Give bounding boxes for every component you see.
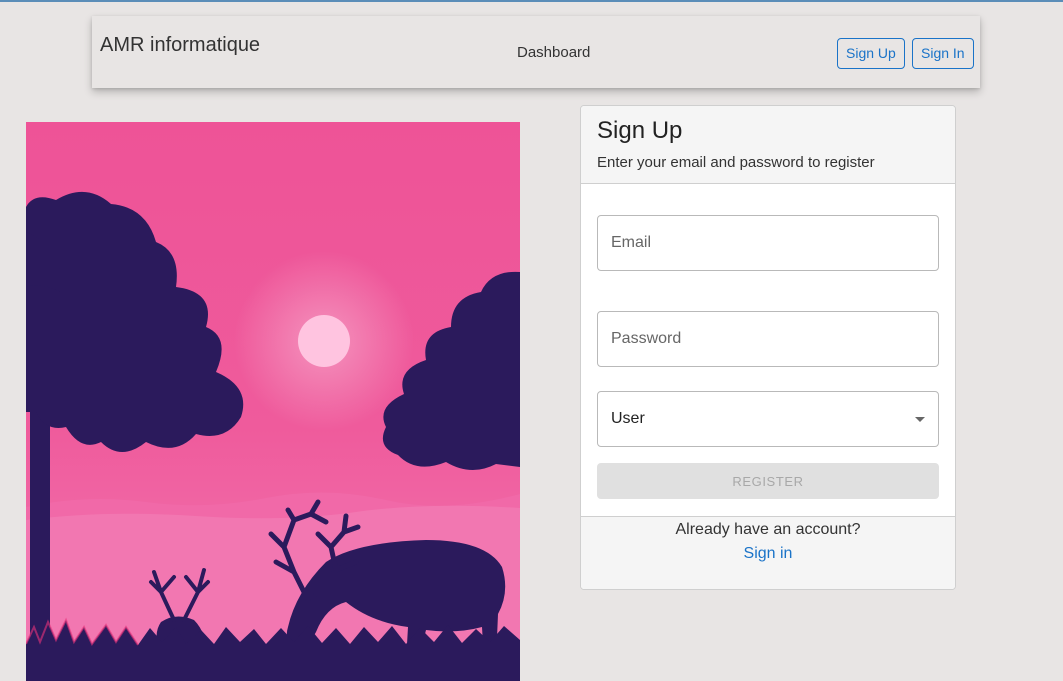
dashboard-link[interactable]: Dashboard bbox=[517, 44, 590, 61]
role-select[interactable]: User bbox=[597, 391, 939, 447]
top-border-line bbox=[0, 0, 1063, 2]
email-field[interactable]: Email bbox=[597, 215, 939, 271]
card-footer: Already have an account? Sign in bbox=[581, 516, 955, 589]
sunset-deer-illustration bbox=[26, 122, 520, 681]
password-placeholder: Password bbox=[611, 330, 682, 347]
dropdown-caret-icon bbox=[915, 417, 925, 422]
sun-icon bbox=[298, 315, 350, 367]
password-field[interactable]: Password bbox=[597, 311, 939, 367]
already-have-account-text: Already have an account? bbox=[675, 521, 861, 538]
role-selected-value: User bbox=[611, 410, 645, 427]
card-header: Sign Up Enter your email and password to… bbox=[581, 106, 955, 184]
email-placeholder: Email bbox=[611, 234, 652, 251]
sign-up-card: Sign Up Enter your email and password to… bbox=[580, 105, 956, 590]
nav-sign-in-button[interactable]: Sign In bbox=[912, 38, 974, 69]
card-subtitle: Enter your email and password to registe… bbox=[597, 154, 875, 171]
sign-in-link[interactable]: Sign in bbox=[581, 545, 955, 563]
card-title: Sign Up bbox=[597, 117, 683, 144]
brand-title[interactable]: AMR informatique bbox=[100, 34, 260, 57]
nav-sign-up-button[interactable]: Sign Up bbox=[837, 38, 905, 69]
register-button[interactable]: REGISTER bbox=[597, 463, 939, 499]
navbar: AMR informatique Dashboard Sign Up Sign … bbox=[92, 16, 980, 88]
